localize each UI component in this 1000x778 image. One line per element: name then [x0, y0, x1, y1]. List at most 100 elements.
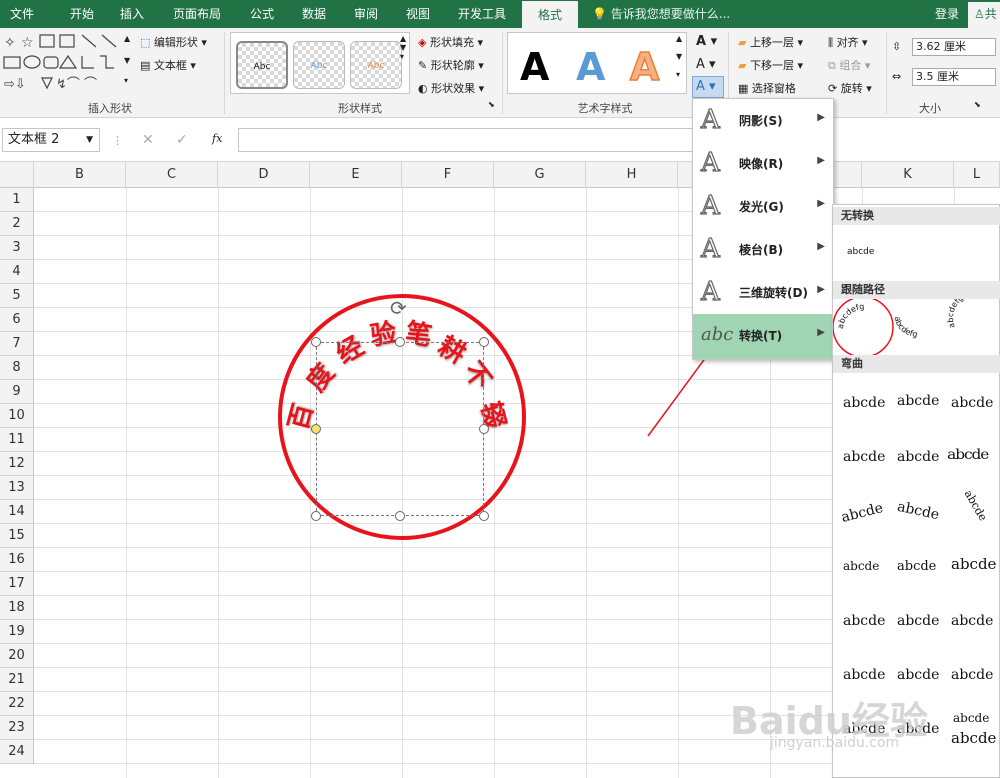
wordart-scroll-icon[interactable]: ▲ ▼ ▾ [676, 34, 682, 79]
menu-item-reflection[interactable]: A 映像(R) ▶ [693, 142, 833, 185]
rotate-button[interactable]: ⟳ 旋转 ▾ [828, 80, 872, 96]
row-header[interactable]: 23 [0, 716, 34, 740]
shape-width-input[interactable]: 3.5 厘米 [912, 68, 996, 86]
row-header[interactable]: 5 [0, 284, 34, 308]
column-header[interactable]: L [954, 162, 1000, 188]
name-box[interactable]: 文本框 2 ▼ [2, 128, 100, 152]
formula-input[interactable] [238, 128, 698, 152]
warp-option[interactable]: abcde [953, 711, 989, 725]
row-header[interactable]: 13 [0, 476, 34, 500]
resize-handle[interactable] [395, 337, 405, 347]
text-outline-button[interactable]: A ▾ [696, 57, 716, 72]
tab-file[interactable]: 文件 [0, 0, 44, 28]
warp-option[interactable]: abcde [951, 613, 993, 629]
path-option-circle[interactable]: abcdefghijklm [946, 299, 990, 329]
wordart-style-orange[interactable]: A [629, 44, 660, 90]
warp-option[interactable]: abcde [951, 395, 993, 411]
menu-item-transform[interactable]: abc 转换(T) ▶ [693, 314, 833, 359]
row-header[interactable]: 2 [0, 212, 34, 236]
bring-forward-button[interactable]: ▰ 上移一层 ▾ [738, 34, 803, 50]
align-button[interactable]: ⫼ 对齐 ▾ [828, 34, 868, 50]
tab-formulas[interactable]: 公式 [240, 0, 284, 28]
shape-outline-button[interactable]: ✎ 形状轮廓 ▾ [418, 57, 484, 73]
column-header[interactable]: G [494, 162, 586, 188]
shapes-more-icon[interactable]: ▾ [124, 76, 128, 85]
row-header[interactable]: 1 [0, 188, 34, 212]
resize-handle[interactable] [479, 424, 489, 434]
shape-style-1[interactable]: Abc [236, 41, 288, 89]
tab-page-layout[interactable]: 页面布局 [162, 0, 232, 28]
row-header[interactable]: 11 [0, 428, 34, 452]
shapes-scroll-up-icon[interactable]: ▲ [124, 34, 130, 43]
tab-developer[interactable]: 开发工具 [450, 0, 514, 28]
warp-option[interactable]: abcde [843, 613, 885, 629]
wordart-style-black[interactable]: A [520, 45, 549, 89]
text-effects-button[interactable]: A ▾ [692, 76, 724, 98]
warp-option[interactable]: abcde [843, 667, 885, 683]
tab-insert[interactable]: 插入 [110, 0, 154, 28]
warp-option[interactable]: abcde [897, 393, 939, 409]
insert-function-icon[interactable]: fx [212, 132, 222, 145]
styles-scroll-icon[interactable]: ▲ ▼ ▾ [400, 34, 406, 61]
warp-option[interactable]: abcde [947, 447, 989, 463]
login-button[interactable]: 登录 [935, 0, 959, 28]
column-header[interactable]: B [34, 162, 126, 188]
warp-option[interactable]: abcde [962, 488, 990, 523]
warp-option[interactable]: abcde [897, 613, 939, 629]
row-header[interactable]: 18 [0, 596, 34, 620]
shape-effects-button[interactable]: ◐ 形状效果 ▾ [418, 80, 484, 96]
send-backward-button[interactable]: ▰ 下移一层 ▾ [738, 57, 803, 73]
tab-data[interactable]: 数据 [292, 0, 336, 28]
shapes-scroll-down-icon[interactable]: ▼ [124, 56, 130, 65]
tab-home[interactable]: 开始 [58, 0, 106, 28]
warp-option[interactable]: abcde [896, 499, 941, 523]
shapes-gallery[interactable]: ✧ ☆ ⇨⇩ ↯⌒ ⌒ ▲ ▼ ▾ [2, 32, 134, 92]
shape-height-input[interactable]: 3.62 厘米 [912, 38, 996, 56]
rotate-handle-icon[interactable]: ⟳ [390, 296, 407, 320]
column-header[interactable]: E [310, 162, 402, 188]
warp-option[interactable]: abcde [951, 667, 993, 683]
warp-option[interactable]: abcde [843, 559, 879, 573]
shape-styles-gallery[interactable]: Abc Abc Abc [230, 32, 410, 94]
row-header[interactable]: 19 [0, 620, 34, 644]
path-option-arch-down[interactable]: abcdefg [893, 316, 918, 339]
size-launcher-icon[interactable]: ⬊ [974, 100, 981, 109]
select-all-corner[interactable] [0, 162, 34, 188]
tell-me-box[interactable]: 💡 告诉我您想要做什么... [592, 0, 730, 28]
resize-handle[interactable] [311, 337, 321, 347]
row-header[interactable]: 22 [0, 692, 34, 716]
menu-item-glow[interactable]: A 发光(G) ▶ [693, 185, 833, 228]
column-header[interactable]: C [126, 162, 218, 188]
text-box-button[interactable]: ▤ 文本框 ▾ [140, 57, 196, 73]
resize-handle[interactable] [479, 337, 489, 347]
row-header[interactable]: 9 [0, 380, 34, 404]
shape-styles-launcher-icon[interactable]: ⬊ [488, 100, 495, 109]
menu-item-3d-rotation[interactable]: A 三维旋转(D) ▶ [693, 271, 833, 314]
row-header[interactable]: 3 [0, 236, 34, 260]
chevron-down-icon[interactable]: ▼ [86, 129, 93, 151]
tab-review[interactable]: 审阅 [344, 0, 388, 28]
row-header[interactable]: 12 [0, 452, 34, 476]
wordart-style-blue[interactable]: A [576, 45, 605, 89]
edit-shape-button[interactable]: ⬚ 编辑形状 ▾ [140, 34, 207, 50]
adjust-handle[interactable] [311, 424, 321, 434]
column-header[interactable]: K [862, 162, 954, 188]
confirm-icon[interactable]: ✓ [176, 132, 188, 148]
shape-style-3[interactable]: Abc [350, 41, 402, 89]
row-header[interactable]: 24 [0, 740, 34, 764]
path-option-arch-up[interactable]: abcdefg [836, 302, 865, 329]
warp-option[interactable]: abcde [897, 559, 936, 574]
shape-style-2[interactable]: Abc [293, 41, 345, 89]
warp-option[interactable]: abcde [951, 555, 996, 573]
warp-option[interactable]: abcde [843, 395, 885, 411]
warp-option[interactable]: abcde [897, 449, 939, 465]
row-header[interactable]: 8 [0, 356, 34, 380]
wordart-gallery[interactable]: A A A [507, 32, 687, 94]
row-header[interactable]: 16 [0, 548, 34, 572]
group-button[interactable]: ⧉ 组合 ▾ [828, 57, 870, 73]
row-header[interactable]: 15 [0, 524, 34, 548]
column-header[interactable]: D [218, 162, 310, 188]
row-header[interactable]: 10 [0, 404, 34, 428]
no-transform-option[interactable]: abcde [847, 247, 874, 257]
selected-textbox[interactable] [316, 342, 484, 516]
